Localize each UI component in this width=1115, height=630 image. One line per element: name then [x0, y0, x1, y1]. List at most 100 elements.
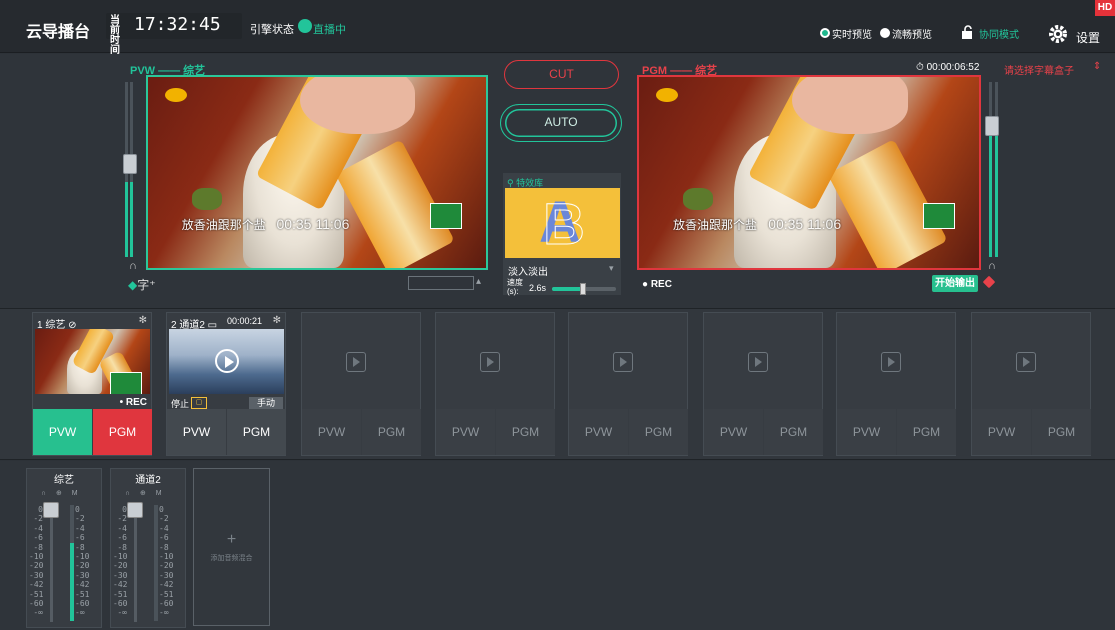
volume-fader[interactable]	[127, 502, 143, 622]
strip-controls[interactable]: ∩ ⊕ M	[125, 489, 166, 497]
chevron-updown-icon[interactable]: ⇕	[1093, 61, 1101, 72]
pgm-subtitle: 放香油跟那个盐	[673, 218, 758, 233]
overlay-text-icon[interactable]: ◆字⁺	[128, 276, 156, 293]
lock-icon[interactable]	[960, 25, 974, 44]
add-audio-mixer-label: 添加音频混合	[210, 555, 253, 562]
empty-source-card[interactable]: PVW PGM	[435, 312, 555, 456]
db-scale: 0 -2 -4 -6 -8 -10 -20 -30 -42 -51 -60 -∞	[75, 505, 90, 618]
stream-status-label: 引擎状态	[250, 24, 294, 36]
source-pgm-button[interactable]: PGM	[362, 409, 421, 455]
pgm-volume-slider[interactable]	[985, 82, 1000, 257]
source-thumbnail[interactable]	[169, 329, 284, 394]
pvw-monitor[interactable]: 放香油跟那个盐 00:35 11:06	[146, 75, 488, 270]
gear-icon[interactable]: ✻	[139, 315, 147, 326]
source-rec: • REC	[119, 397, 147, 408]
stream-status-value: 直播中	[313, 24, 346, 36]
source-pvw-button[interactable]: PVW	[302, 409, 361, 455]
realtime-preview-radio[interactable]	[820, 28, 830, 38]
mascot-icon	[191, 187, 222, 210]
play-icon[interactable]	[748, 352, 768, 372]
add-audio-mixer-button[interactable]: + 添加音频混合	[193, 468, 270, 626]
level-meter	[154, 505, 158, 621]
pgm-timer: ⏱ 00:00:06:52	[916, 62, 980, 73]
auto-button[interactable]: AUTO	[500, 104, 622, 142]
source-pvw-button[interactable]: PVW	[704, 409, 763, 455]
loop-icon[interactable]: ▢	[191, 397, 207, 409]
play-icon[interactable]	[346, 352, 366, 372]
db-scale: 0 -2 -4 -6 -8 -10 -20 -30 -42 -51 -60 -∞	[159, 505, 174, 618]
source-pgm-button[interactable]: PGM	[897, 409, 956, 455]
mixer-strip: 综艺 ∩ ⊕ M 0 -2 -4 -6 -8 -10 -20 -30 -42 -…	[26, 468, 102, 628]
mixer-strip: 通道2 ∩ ⊕ M 0 -2 -4 -6 -8 -10 -20 -30 -42 …	[110, 468, 186, 628]
source-pvw-button[interactable]: PVW	[569, 409, 628, 455]
headphone-icon[interactable]: ∩	[988, 260, 996, 272]
pvw-timecode: 00:35 11:06	[276, 216, 350, 233]
effect-select[interactable]: 淡入淡出	[508, 263, 548, 278]
source-pvw-button[interactable]: PVW	[33, 409, 92, 455]
smooth-preview-label[interactable]: 流畅预览	[892, 26, 932, 41]
play-icon[interactable]	[480, 352, 500, 372]
realtime-preview-label[interactable]: 实时预览	[832, 26, 872, 41]
volume-fader[interactable]	[43, 502, 59, 622]
db-scale: 0 -2 -4 -6 -8 -10 -20 -30 -42 -51 -60 -∞	[29, 505, 44, 618]
empty-source-card[interactable]: PVW PGM	[301, 312, 421, 456]
play-icon[interactable]	[1016, 352, 1036, 372]
speed-label: 速度(s):	[507, 278, 523, 296]
fader-handle[interactable]	[43, 502, 59, 518]
live-indicator-icon	[298, 19, 312, 33]
pgm-monitor[interactable]: 放香油跟那个盐 00:35 11:06	[637, 75, 981, 270]
play-icon[interactable]	[881, 352, 901, 372]
smooth-preview-radio[interactable]	[880, 28, 890, 38]
collab-mode-link[interactable]: 协同模式	[979, 26, 1019, 41]
source-pvw-button[interactable]: PVW	[972, 409, 1031, 455]
clock-time: 17:32:45	[134, 14, 221, 35]
play-icon[interactable]	[215, 349, 239, 373]
headphone-icon[interactable]: ∩	[129, 260, 137, 272]
strip-controls[interactable]: ∩ ⊕ M	[41, 489, 82, 497]
source-pgm-button[interactable]: PGM	[93, 409, 152, 455]
source-thumbnail[interactable]	[35, 329, 150, 394]
empty-source-card[interactable]: PVW PGM	[836, 312, 956, 456]
speed-slider-handle[interactable]	[580, 283, 586, 295]
source-pvw-button[interactable]: PVW	[837, 409, 896, 455]
play-icon[interactable]	[613, 352, 633, 372]
source-time: 00:00:21	[227, 316, 263, 326]
pvw-volume-slider[interactable]	[123, 82, 139, 257]
source-pgm-button[interactable]: PGM	[496, 409, 555, 455]
qr-logo-icon	[430, 203, 463, 230]
chevron-down-icon[interactable]: ▾	[609, 263, 614, 274]
speed-slider-fill	[552, 287, 582, 291]
empty-source-card[interactable]: PVW PGM	[568, 312, 688, 456]
empty-source-card[interactable]: PVW PGM	[703, 312, 823, 456]
channel-logo-icon	[164, 88, 187, 103]
source-pgm-button[interactable]: PGM	[629, 409, 688, 455]
caption-select[interactable]: 请选择字幕盒子	[1004, 62, 1074, 77]
source-pgm-button[interactable]: PGM	[1032, 409, 1091, 455]
start-output-button[interactable]: 开始输出	[932, 275, 978, 292]
source-card[interactable]: 1 综艺 ⊘ ✻ • REC PVW PGM	[32, 312, 152, 456]
layout-picker[interactable]	[408, 276, 474, 290]
strip-name: 综艺	[54, 475, 74, 486]
cut-button[interactable]: CUT	[504, 60, 619, 89]
source-pvw-button[interactable]: PVW	[436, 409, 495, 455]
strip-name: 通道2	[135, 475, 161, 486]
pgm-rec-indicator: ● REC	[642, 279, 672, 290]
source-pgm-button[interactable]: PGM	[764, 409, 823, 455]
gear-icon[interactable]	[1047, 23, 1069, 50]
source-pvw-button[interactable]: PVW	[167, 409, 226, 455]
source-pgm-button[interactable]: PGM	[227, 409, 286, 455]
qr-logo-icon	[923, 203, 956, 230]
settings-link[interactable]: 设置	[1076, 29, 1100, 46]
plus-icon: +	[226, 531, 237, 548]
source-card[interactable]: 2 通道2 ▭ 00:00:21 ✻ 停止 ▢ 手动 PVW PGM	[166, 312, 286, 456]
empty-source-card[interactable]: PVW PGM	[971, 312, 1091, 456]
speed-value: 2.6s	[529, 283, 547, 293]
gear-icon[interactable]: ✻	[273, 315, 281, 326]
mascot-icon	[683, 187, 714, 210]
effect-preview[interactable]: AB	[505, 188, 620, 258]
fader-handle[interactable]	[127, 502, 143, 518]
manual-button[interactable]: 手动	[249, 397, 283, 409]
app-title: 云导播台	[26, 24, 91, 41]
level-meter	[70, 505, 74, 621]
chevron-up-icon[interactable]: ▴	[476, 276, 481, 287]
